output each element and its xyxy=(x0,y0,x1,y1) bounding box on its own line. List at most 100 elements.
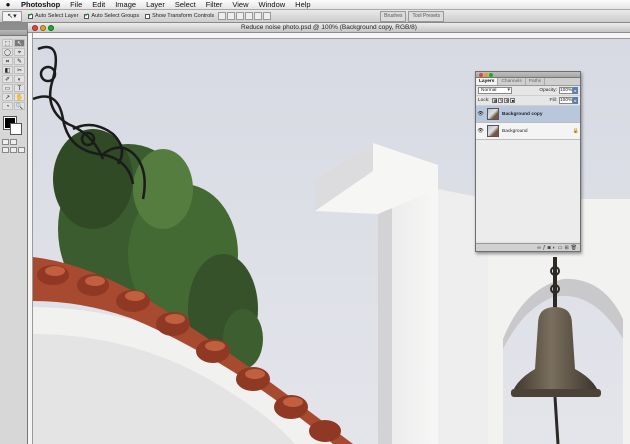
opacity-label: Opacity: xyxy=(539,88,557,93)
folder-icon[interactable]: ▭ xyxy=(558,245,563,251)
auto-select-layer-checkbox[interactable] xyxy=(28,12,33,19)
palette-zoom-icon[interactable] xyxy=(489,73,493,77)
document-title: Reduce noise photo.psd @ 100% (Backgroun… xyxy=(241,24,417,31)
align-middle-button[interactable] xyxy=(227,12,236,20)
minimize-icon[interactable] xyxy=(40,25,46,31)
layer-name: Background xyxy=(502,128,528,134)
tool-button-7[interactable]: ✂ xyxy=(14,66,25,74)
tab-channels[interactable]: Channels xyxy=(498,78,526,85)
layer-row-background[interactable]: 👁 Background 🔒 xyxy=(476,123,580,140)
screen-mode-full-button[interactable] xyxy=(10,147,17,153)
tool-button-1[interactable]: ↖ xyxy=(14,39,25,47)
fill-slider-button[interactable]: ▸ xyxy=(573,97,578,104)
menu-select[interactable]: Select xyxy=(170,0,201,10)
menu-window[interactable]: Window xyxy=(253,0,290,10)
tool-button-9[interactable]: ◐ xyxy=(14,75,25,83)
align-buttons xyxy=(218,12,272,20)
layer-thumbnail xyxy=(487,125,499,137)
lock-label: Lock: xyxy=(478,98,490,103)
fill-field[interactable]: 100% xyxy=(559,97,573,104)
quick-mask-button[interactable] xyxy=(10,139,17,145)
menu-image[interactable]: Image xyxy=(110,0,141,10)
show-transform-option[interactable]: Show Transform Controls xyxy=(145,13,214,19)
visibility-eye-icon[interactable]: 👁 xyxy=(476,128,485,134)
trash-icon[interactable]: 🗑 xyxy=(571,245,577,251)
layers-palette-titlebar[interactable] xyxy=(476,72,580,78)
lock-pixels-button[interactable]: ✎ xyxy=(498,98,504,103)
menu-edit[interactable]: Edit xyxy=(87,0,110,10)
align-top-button[interactable] xyxy=(218,12,227,20)
align-bottom-button[interactable] xyxy=(236,12,245,20)
mask-icon[interactable]: ◙ xyxy=(548,245,551,251)
auto-select-groups-option[interactable]: Auto Select Groups xyxy=(84,12,140,19)
adjustment-icon[interactable]: ◐ xyxy=(553,245,556,251)
screen-mode-black-button[interactable] xyxy=(18,147,25,153)
tool-button-4[interactable]: ⌗ xyxy=(2,57,13,65)
close-icon[interactable] xyxy=(32,25,38,31)
palette-minimize-icon[interactable] xyxy=(484,73,488,77)
tool-grid: ⬚ ↖ ◯ ⌖ ⌗ ✎ ◧ ✂ ✐ ◐ ▭ T ↗ ✋ ◔ 🔍 xyxy=(0,36,27,113)
lock-position-button[interactable]: ✥ xyxy=(504,98,510,103)
lock-all-button[interactable]: ■ xyxy=(510,98,516,103)
tool-button-2[interactable]: ◯ xyxy=(2,48,13,56)
tool-button-10[interactable]: ▭ xyxy=(2,84,13,92)
tool-button-15[interactable]: 🔍 xyxy=(14,102,25,110)
zoom-icon[interactable] xyxy=(48,25,54,31)
blend-mode-select[interactable]: Normal xyxy=(478,87,512,94)
menu-layer[interactable]: Layer xyxy=(141,0,170,10)
options-bar: ↖▾ Auto Select Layer Auto Select Groups … xyxy=(0,10,630,23)
palette-footer: ∞ ƒ ◙ ◐ ▭ ⊞ 🗑 xyxy=(476,243,580,251)
palette-close-icon[interactable] xyxy=(479,73,483,77)
align-center-button[interactable] xyxy=(254,12,263,20)
blend-opacity-row: Normal Opacity: 100% ▸ xyxy=(476,86,580,96)
well-tab-brushes[interactable]: Brushes xyxy=(380,11,407,22)
screen-mode-standard-button[interactable] xyxy=(2,147,9,153)
tool-button-3[interactable]: ⌖ xyxy=(14,48,25,56)
visibility-eye-icon[interactable]: 👁 xyxy=(476,111,485,117)
tool-button-8[interactable]: ✐ xyxy=(2,75,13,83)
apple-icon[interactable]: ● xyxy=(0,0,16,9)
tool-button-6[interactable]: ◧ xyxy=(2,66,13,74)
move-tool-icon: ↖▾ xyxy=(7,13,17,20)
tool-button-12[interactable]: ↗ xyxy=(2,93,13,101)
document-titlebar[interactable]: Reduce noise photo.psd @ 100% (Backgroun… xyxy=(28,23,630,33)
lock-transparency-button[interactable]: ▦ xyxy=(492,98,498,103)
photoshop-screen: ● Photoshop File Edit Image Layer Select… xyxy=(0,0,630,444)
tab-layers[interactable]: Layers xyxy=(476,78,499,85)
tool-preset-picker[interactable]: ↖▾ xyxy=(2,10,22,22)
menu-file[interactable]: File xyxy=(65,0,87,10)
auto-select-groups-checkbox[interactable] xyxy=(84,12,89,19)
background-color-swatch[interactable] xyxy=(10,123,22,135)
screen-modes xyxy=(0,146,27,154)
palette-well: Brushes Tool Presets xyxy=(378,11,444,22)
align-left-button[interactable] xyxy=(245,12,254,20)
auto-select-groups-label: Auto Select Groups xyxy=(91,13,140,19)
tool-button-14[interactable]: ◔ xyxy=(2,102,13,110)
layer-row-background-copy[interactable]: 👁 Background copy xyxy=(476,106,580,123)
new-layer-icon[interactable]: ⊞ xyxy=(564,245,568,251)
menu-filter[interactable]: Filter xyxy=(201,0,228,10)
menu-help[interactable]: Help xyxy=(290,0,315,10)
lock-fill-row: Lock: ▦ ✎ ✥ ■ Fill: 100% ▸ xyxy=(476,96,580,106)
tool-button-11[interactable]: T xyxy=(14,84,25,92)
show-transform-checkbox[interactable] xyxy=(145,13,151,19)
well-tab-tool-presets[interactable]: Tool Presets xyxy=(408,11,444,22)
link-icon[interactable]: ∞ xyxy=(537,245,541,251)
opacity-slider-button[interactable]: ▸ xyxy=(573,87,578,94)
standard-mode-button[interactable] xyxy=(2,139,9,145)
tool-button-0[interactable]: ⬚ xyxy=(2,39,13,47)
align-right-button[interactable] xyxy=(263,12,272,20)
auto-select-layer-option[interactable]: Auto Select Layer xyxy=(28,12,78,19)
tool-button-5[interactable]: ✎ xyxy=(14,57,25,65)
opacity-field[interactable]: 100% xyxy=(559,87,573,94)
menu-photoshop[interactable]: Photoshop xyxy=(16,0,65,10)
tab-paths[interactable]: Paths xyxy=(526,78,546,85)
toolbox: ⬚ ↖ ◯ ⌖ ⌗ ✎ ◧ ✂ ✐ ◐ ▭ T ↗ ✋ ◔ 🔍 xyxy=(0,30,28,444)
layers-palette: Layers Channels Paths Normal Opacity: 10… xyxy=(475,71,581,252)
quick-mask-modes xyxy=(0,138,27,146)
tool-button-13[interactable]: ✋ xyxy=(14,93,25,101)
pillar-shadow xyxy=(378,189,392,444)
fill-label: Fill: xyxy=(549,98,557,103)
fx-icon[interactable]: ƒ xyxy=(543,245,546,251)
menu-view[interactable]: View xyxy=(227,0,253,10)
